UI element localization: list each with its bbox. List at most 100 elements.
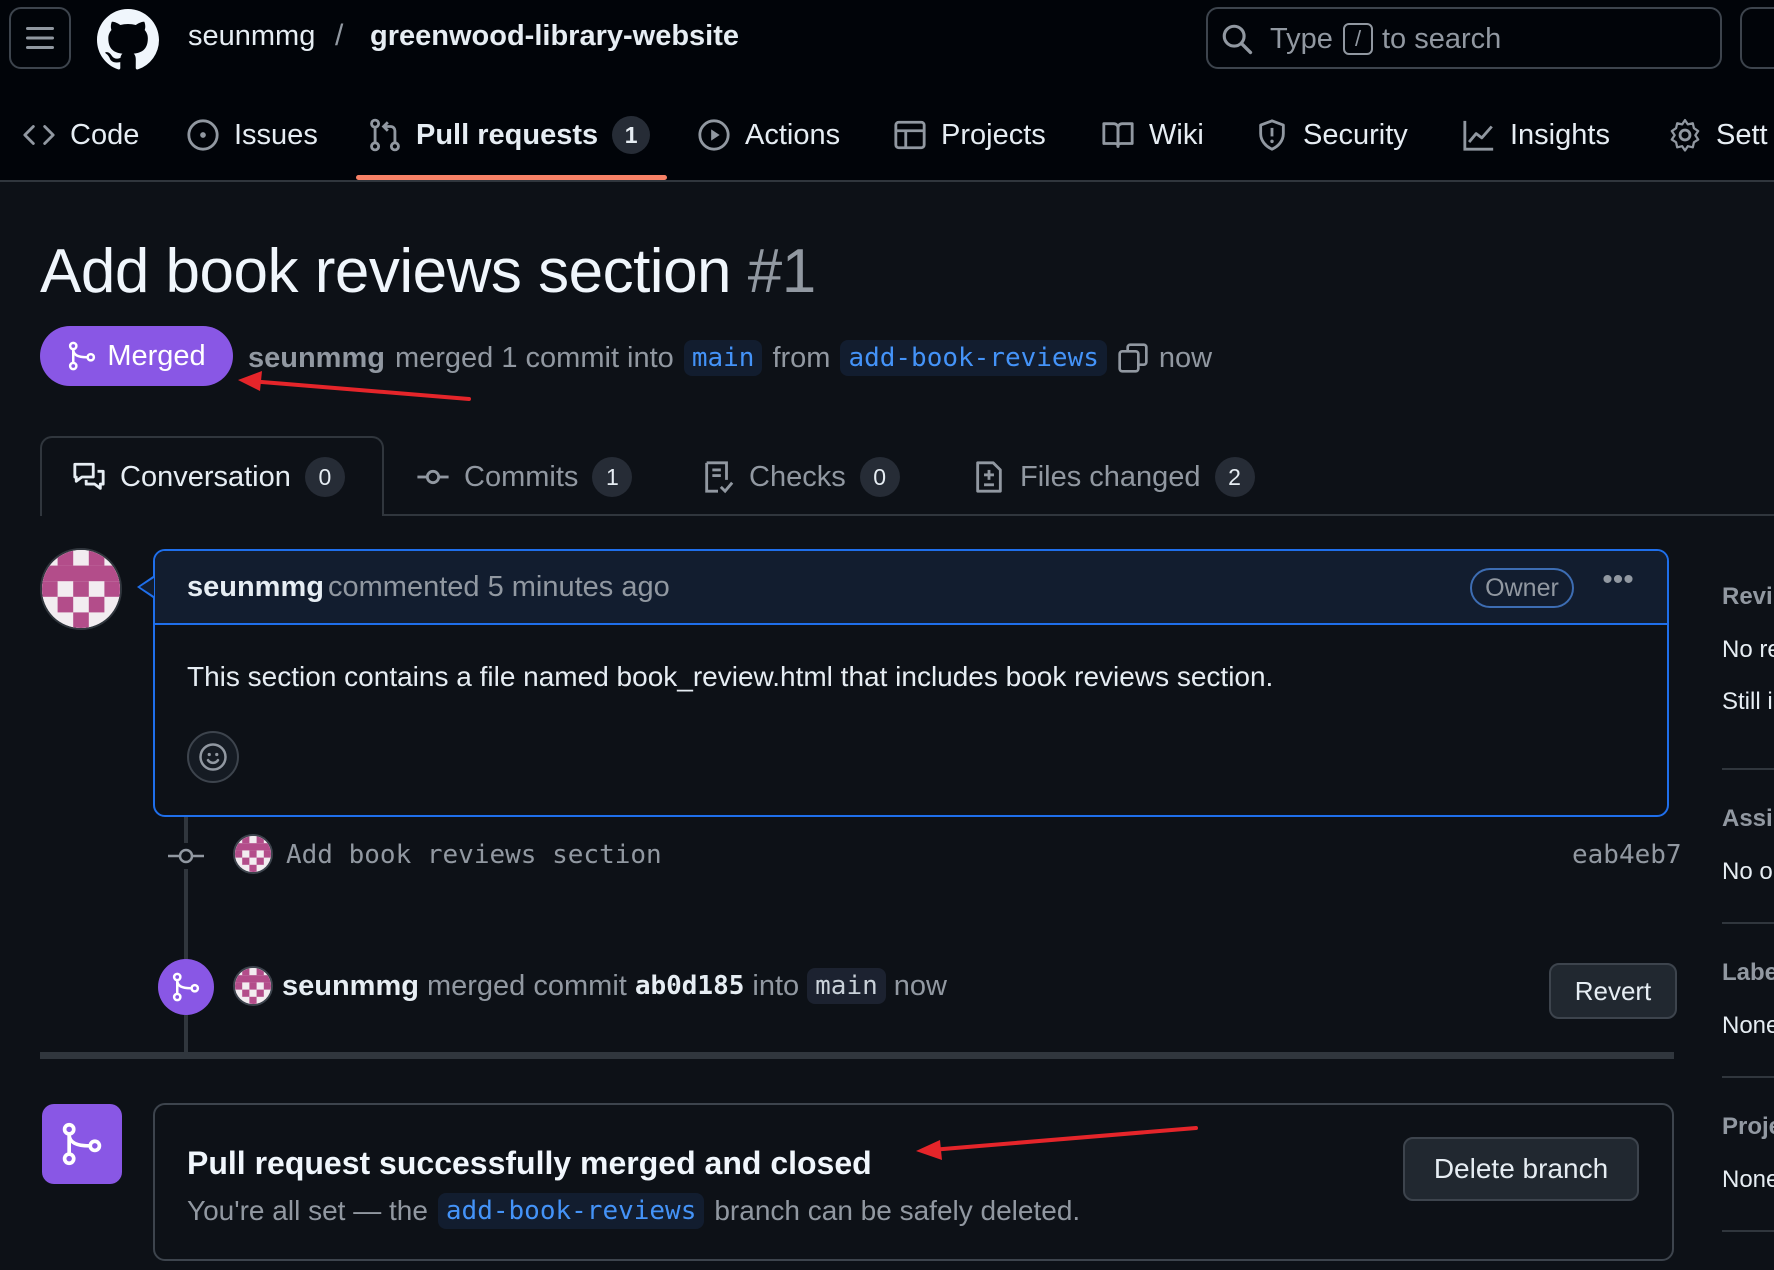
search-placeholder-pre: Type xyxy=(1270,23,1333,55)
merge-status-text: branch can be safely deleted. xyxy=(714,1195,1081,1226)
tab-conversation[interactable]: Conversation 0 xyxy=(72,455,345,499)
page-title: Add book reviews section #1 xyxy=(40,236,816,307)
tab-code[interactable]: Code xyxy=(22,110,139,160)
avatar[interactable] xyxy=(40,548,122,630)
tab-label: Actions xyxy=(745,118,841,151)
repo-owner-link[interactable]: seunmmg xyxy=(188,20,315,53)
tab-issues[interactable]: Issues xyxy=(186,110,318,160)
github-logo-icon[interactable] xyxy=(97,9,159,71)
merge-sha-link[interactable]: ab0d185 xyxy=(635,971,745,1001)
merge-branch-link[interactable]: main xyxy=(807,968,886,1004)
search-shortcut-key: / xyxy=(1343,23,1373,55)
status-badge-label: Merged xyxy=(107,339,206,372)
merge-event-text: seunmmg merged commit ab0d185 into main … xyxy=(282,964,947,1008)
merged-status-icon xyxy=(42,1104,122,1184)
tab-pull-requests[interactable]: Pull requests 1 xyxy=(368,110,651,160)
commit-sha-link[interactable]: eab4eb7 xyxy=(1572,840,1682,870)
tab-label: Sett xyxy=(1716,118,1768,151)
merge-time: now xyxy=(893,969,947,1002)
copy-icon[interactable] xyxy=(1117,342,1149,374)
pull-request-icon xyxy=(370,118,400,152)
merge-text: into xyxy=(752,969,800,1002)
tab-label: Security xyxy=(1303,118,1408,151)
merge-event-badge xyxy=(158,959,214,1015)
repo-name-link[interactable]: greenwood-library-website xyxy=(370,20,739,53)
checklist-icon xyxy=(705,461,734,494)
base-branch-link[interactable]: main xyxy=(683,340,763,376)
code-icon xyxy=(23,125,55,145)
search-placeholder-post: to search xyxy=(1382,23,1502,55)
pr-author-link[interactable]: seunmmg xyxy=(248,342,385,375)
search-icon xyxy=(1222,24,1253,55)
tab-count: 2 xyxy=(1214,457,1255,497)
tab-files-changed[interactable]: Files changed 2 xyxy=(972,455,1255,499)
owner-badge: Owner xyxy=(1470,568,1574,608)
comment-timestamp[interactable]: commented 5 minutes ago xyxy=(328,571,670,604)
tab-label: Code xyxy=(70,118,140,151)
git-commit-icon xyxy=(168,843,204,869)
sidebar-reviewers-text: No re xyxy=(1722,636,1774,663)
more-options-button[interactable]: ••• xyxy=(1598,565,1638,605)
comment-header: seunmmg commented 5 minutes ago Owner ••… xyxy=(155,551,1667,625)
merge-author-link[interactable]: seunmmg xyxy=(282,970,419,1003)
selected-tab-underline xyxy=(356,175,667,180)
head-branch-link[interactable]: add-book-reviews xyxy=(840,340,1107,376)
sidebar-reviewers-heading[interactable]: Revi xyxy=(1722,583,1773,611)
graph-icon xyxy=(1463,120,1494,151)
head-branch-link[interactable]: add-book-reviews xyxy=(437,1193,705,1229)
tab-actions[interactable]: Actions xyxy=(697,110,840,160)
comment-body: This section contains a file named book_… xyxy=(187,661,1274,692)
tab-security[interactable]: Security xyxy=(1255,110,1408,160)
sidebar-reviewers-text: Still i xyxy=(1722,688,1773,715)
search-input[interactable]: Type / to search xyxy=(1206,7,1722,69)
tab-label: Insights xyxy=(1510,118,1610,151)
sidebar-divider xyxy=(1722,922,1774,924)
tab-settings[interactable]: Sett xyxy=(1668,110,1768,160)
merge-icon xyxy=(172,972,200,1002)
tab-label: Projects xyxy=(941,118,1046,151)
tab-checks[interactable]: Checks 0 xyxy=(701,455,900,499)
status-badge: Merged xyxy=(40,326,233,386)
comment-author-link[interactable]: seunmmg xyxy=(187,571,324,604)
tab-count: 1 xyxy=(592,457,633,497)
merge-status-text: You're all set — the xyxy=(187,1195,428,1226)
merge-text: merged commit xyxy=(426,969,627,1002)
pr-meta: seunmmg merged 1 commit into main from a… xyxy=(248,336,1212,380)
pull-request-count: 1 xyxy=(612,116,651,154)
tab-insights[interactable]: Insights xyxy=(1462,110,1610,160)
merge-status-box: Pull request successfully merged and clo… xyxy=(153,1103,1674,1261)
add-reaction-button[interactable] xyxy=(187,731,239,783)
tab-label: Conversation xyxy=(120,460,291,493)
comment-discussion-icon xyxy=(73,462,105,490)
git-commit-icon xyxy=(417,469,449,485)
sidebar-labels-heading[interactable]: Labe xyxy=(1722,959,1774,987)
sidebar-assignees-text: No o xyxy=(1722,858,1773,885)
tab-label: Commits xyxy=(464,460,579,493)
tab-wiki[interactable]: Wiki xyxy=(1101,110,1204,160)
tab-label: Checks xyxy=(749,460,846,493)
pr-number: #1 xyxy=(747,237,816,306)
copilot-button[interactable] xyxy=(1740,7,1774,69)
tab-count: 0 xyxy=(859,457,900,497)
timeline-divider xyxy=(40,1052,1674,1059)
tab-label: Wiki xyxy=(1149,118,1204,151)
sidebar-assignees-heading[interactable]: Assi xyxy=(1722,805,1773,833)
book-icon xyxy=(1102,122,1134,148)
menu-icon[interactable] xyxy=(9,7,71,69)
revert-button[interactable]: Revert xyxy=(1549,963,1677,1019)
play-icon xyxy=(698,119,730,151)
comment-pointer-inner xyxy=(140,578,154,596)
pr-title-text: Add book reviews section xyxy=(40,237,732,306)
avatar[interactable] xyxy=(233,834,273,874)
tab-commits[interactable]: Commits 1 xyxy=(416,455,633,499)
pr-meta-from: from xyxy=(772,341,831,374)
identicon-icon xyxy=(235,836,271,872)
merge-status-subtext: You're all set — the add-book-reviews br… xyxy=(187,1191,1080,1231)
commit-message-link[interactable]: Add book reviews section xyxy=(286,840,662,870)
delete-branch-button[interactable]: Delete branch xyxy=(1403,1137,1639,1201)
smiley-icon xyxy=(199,743,227,771)
avatar[interactable] xyxy=(233,966,273,1006)
sidebar-projects-heading[interactable]: Proje xyxy=(1722,1113,1774,1141)
tab-projects[interactable]: Projects xyxy=(893,110,1046,160)
sidebar-divider xyxy=(1722,1230,1774,1232)
